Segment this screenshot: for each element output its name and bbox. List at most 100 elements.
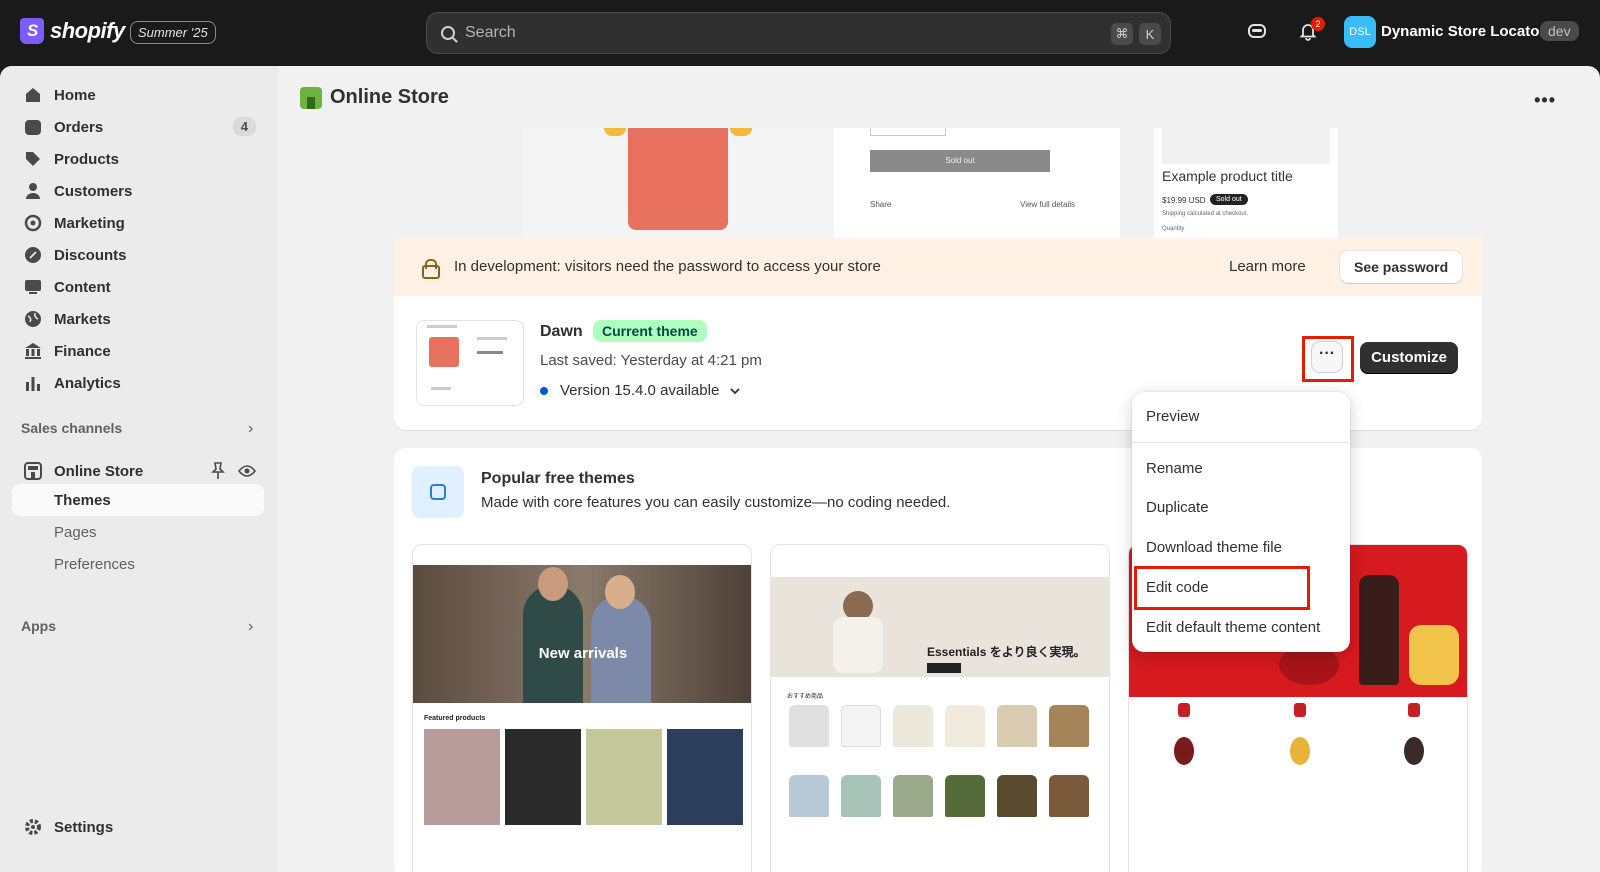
page-actions-menu-icon[interactable]: ••• [1534,90,1556,111]
sidebar-item-markets[interactable]: Markets [12,304,264,334]
sidebar-item-marketing[interactable]: Marketing [12,208,264,238]
sidebar-item-pages[interactable]: Pages [12,516,264,548]
theme-card-japanese[interactable]: Essentials をより良く実現。 おすすめ商品 [770,544,1110,872]
sidebar-item-label: Home [54,86,96,104]
edition-badge[interactable]: Summer '25 [130,21,216,44]
sidebar-item-online-store[interactable]: Online Store [12,456,264,486]
sidebar-item-label: Products [54,150,120,168]
current-theme-card: Sold out Share View full details Example… [394,128,1482,430]
store-name[interactable]: Dynamic Store Locator [1381,23,1545,40]
page-title-text: Online Store [330,86,449,108]
tag-icon [24,150,42,168]
see-password-button[interactable]: See password [1340,251,1463,283]
store-avatar[interactable]: DSL [1344,16,1376,48]
preview-card-image [1162,128,1330,164]
theme-preview[interactable]: Sold out Share View full details Example… [394,128,1482,238]
menu-item-rename[interactable]: Rename [1146,460,1203,477]
home-icon [24,86,42,104]
horizon-featured-label: Featured products [424,715,486,722]
sidebar-item-home[interactable]: Home [12,80,264,110]
page-title: Online Store [300,86,449,109]
sidebar-item-label: Orders [54,118,104,136]
horizon-product [505,729,581,825]
globe-icon [24,310,42,328]
store-dev-tag: dev [1540,21,1579,41]
sidebar-item-label: Content [54,278,111,296]
japanese-hero-button [927,663,961,673]
orders-icon [24,118,42,136]
current-theme-badge: Current theme [593,320,707,342]
tshirt-image [628,128,728,230]
preview-product-info: Sold out Share View full details [834,128,1120,238]
preview-share: Share [870,200,892,209]
preview-qty-box [870,128,946,136]
sidebar-item-finance[interactable]: Finance [12,336,264,366]
sidebar-item-orders[interactable]: Orders 4 [12,112,264,142]
sidebar-item-label: Discounts [54,246,127,264]
pin-icon[interactable] [210,462,226,485]
shopify-bag-icon [20,18,44,44]
sidebar-item-preferences[interactable]: Preferences [12,548,264,580]
last-saved-text: Last saved: Yesterday at 4:21 pm [540,352,762,369]
customize-button[interactable]: Customize [1360,342,1458,374]
menu-item-edit-default-content[interactable]: Edit default theme content [1146,619,1320,636]
horizon-hero-image: New arrivals [413,565,751,703]
menu-item-preview[interactable]: Preview [1146,408,1199,425]
menu-item-duplicate[interactable]: Duplicate [1146,499,1209,516]
version-update[interactable]: Version 15.4.0 available [540,382,741,399]
sidebar-item-discounts[interactable]: Discounts [12,240,264,270]
japanese-hero-image: Essentials をより良く実現。 [771,577,1109,677]
version-text: Version 15.4.0 available [560,382,720,399]
sales-channels-heading[interactable]: Sales channels [21,420,122,436]
online-store-icon [300,86,322,109]
sidebar-item-products[interactable]: Products [12,144,264,174]
person-icon [24,182,42,200]
japanese-section-label: おすすめ商品 [787,694,824,700]
sidebar-item-label: Marketing [54,214,125,232]
preview-sold-badge: Sold out [1210,194,1248,205]
search-placeholder: Search [465,24,516,41]
free-themes-title: Popular free themes [481,470,635,487]
sidekick-icon[interactable] [1246,21,1268,43]
bank-icon [24,342,42,360]
discount-icon [24,246,42,264]
theme-actions-menu: Preview Rename Duplicate Download theme … [1132,392,1350,652]
sidebar-item-settings[interactable]: Settings [12,812,264,842]
shopify-logo[interactable]: shopify [20,18,125,44]
chevron-down-icon [730,387,740,394]
highlight-edit-code [1134,566,1310,610]
learn-more-link[interactable]: Learn more [1229,258,1306,275]
horizon-product [424,729,500,825]
theme-thumbnail[interactable] [416,320,524,406]
sidebar-item-label: Finance [54,342,111,360]
menu-divider [1132,442,1350,443]
search-bar[interactable]: Search ⌘ K [426,12,1171,54]
sidebar-item-themes[interactable]: Themes [12,484,264,516]
menu-item-download-theme[interactable]: Download theme file [1146,539,1282,556]
theme-more-actions-button[interactable]: ··· [1312,342,1342,372]
k-key: K [1139,23,1161,45]
sidebar-item-customers[interactable]: Customers [12,176,264,206]
chevron-right-icon[interactable]: › [248,420,253,438]
chevron-right-icon[interactable]: › [248,618,253,636]
preview-product-card: Example product title $19.99 USD Sold ou… [1154,128,1338,238]
theme-card-horizon[interactable]: New arrivals Featured products [412,544,752,872]
eye-icon[interactable] [237,464,257,483]
japanese-hero-text: Essentials をより良く実現。 [927,645,1086,659]
free-themes-subtitle: Made with core features you can easily c… [481,494,951,511]
chart-icon [24,374,42,392]
theme-store-icon [412,466,464,518]
top-bar: shopify Summer '25 Search ⌘ K 2 DSL Dyna… [0,0,1600,66]
preview-view-full: View full details [1020,200,1075,209]
info-dot-icon [540,386,548,395]
sidebar-item-analytics[interactable]: Analytics [12,368,264,398]
main-content: Online Store ••• Sold out Share View ful… [278,66,1600,872]
notification-badge: 2 [1311,17,1325,31]
sidebar-item-label: Online Store [54,462,144,480]
apps-heading[interactable]: Apps [21,618,56,634]
sauce-bottle [1169,703,1199,785]
store-icon [24,462,42,480]
content-icon [24,278,42,296]
banner-text: In development: visitors need the passwo… [454,258,881,275]
sidebar-item-content[interactable]: Content [12,272,264,302]
